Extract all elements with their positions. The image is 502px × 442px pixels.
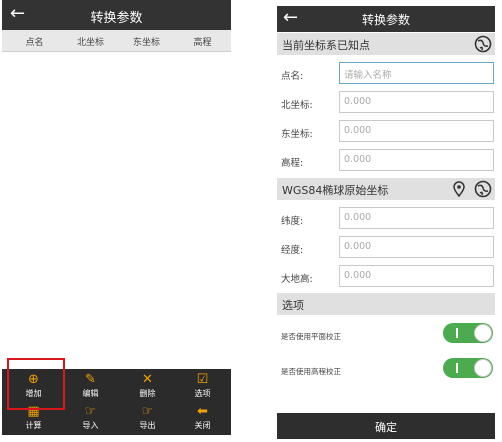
globe-icon[interactable] (474, 180, 492, 198)
delete-x-icon: ✕ (142, 372, 153, 387)
elevation-input[interactable]: 0.000 (339, 149, 494, 171)
latitude-label: 纬度: (281, 216, 304, 227)
toggle-on-mark (456, 363, 458, 373)
column-elevation: 高程 (193, 38, 212, 48)
left-page-title: 转换参数 (90, 11, 143, 26)
geodetic-height-input[interactable]: 0.000 (339, 265, 494, 287)
import-button[interactable]: ☞ 导入 (62, 403, 119, 435)
section-wgs84: WGS84椭球原始坐标 (277, 178, 495, 200)
delete-label: 删除 (139, 389, 156, 398)
edit-button[interactable]: ✎ 编辑 (62, 371, 119, 403)
east-label: 东坐标: (281, 129, 313, 140)
longitude-input[interactable]: 0.000 (339, 236, 494, 258)
import-label: 导入 (82, 421, 99, 430)
right-header-bar: ← 转换参数 (277, 6, 495, 32)
plane-correction-toggle[interactable] (443, 323, 493, 343)
section-options-title: 选项 (282, 299, 304, 312)
add-button-highlight (7, 358, 65, 410)
export-label: 导出 (139, 421, 156, 430)
export-icon: ☞ (141, 404, 154, 419)
points-table-header: 点名 北坐标 东坐标 高程 (2, 30, 231, 52)
section-wgs84-title: WGS84椭球原始坐标 (282, 184, 389, 197)
close-arrow-icon: ⬅ (197, 404, 208, 419)
north-input[interactable]: 0.000 (339, 91, 494, 113)
column-north: 北坐标 (76, 38, 104, 48)
east-input[interactable]: 0.000 (339, 120, 494, 142)
toggle-knob (474, 324, 492, 342)
latitude-input[interactable]: 0.000 (339, 207, 494, 229)
point-name-input[interactable]: 请输入名称 (339, 62, 494, 84)
section-local-title: 当前坐标系已知点 (282, 39, 370, 52)
left-header-bar: ← 转换参数 (2, 0, 231, 30)
edit-label: 编辑 (82, 389, 99, 398)
right-page-title: 转换参数 (361, 13, 410, 27)
plane-correction-label: 是否使用平面校正 (281, 332, 341, 341)
section-local-known-point: 当前坐标系已知点 (277, 33, 495, 55)
elevation-label: 高程: (281, 158, 304, 169)
export-button[interactable]: ☞ 导出 (119, 403, 176, 435)
toggle-knob (474, 359, 492, 377)
longitude-label: 经度: (281, 245, 304, 256)
options-label: 选项 (194, 389, 211, 398)
elevation-correction-toggle[interactable] (443, 358, 493, 378)
confirm-button[interactable]: 确定 (277, 413, 495, 439)
elevation-correction-label: 是否使用高程校正 (281, 367, 341, 376)
delete-button[interactable]: ✕ 删除 (119, 371, 176, 403)
column-point-name: 点名 (25, 38, 44, 48)
checkbox-icon: ☑ (196, 372, 209, 387)
section-options: 选项 (277, 293, 495, 315)
toggle-on-mark (456, 328, 458, 338)
close-button[interactable]: ⬅ 关闭 (174, 403, 231, 435)
column-east: 东坐标 (132, 38, 160, 48)
close-label: 关闭 (194, 421, 211, 430)
north-label: 北坐标: (281, 100, 313, 111)
edit-icon: ✎ (85, 372, 96, 387)
globe-icon[interactable] (474, 35, 492, 53)
options-button[interactable]: ☑ 选项 (174, 371, 231, 403)
calculate-label: 计算 (25, 421, 42, 430)
import-icon: ☞ (84, 404, 97, 419)
geodetic-height-label: 大地高: (281, 274, 313, 285)
location-pin-icon[interactable] (450, 180, 468, 198)
point-name-label: 点名: (281, 71, 304, 82)
